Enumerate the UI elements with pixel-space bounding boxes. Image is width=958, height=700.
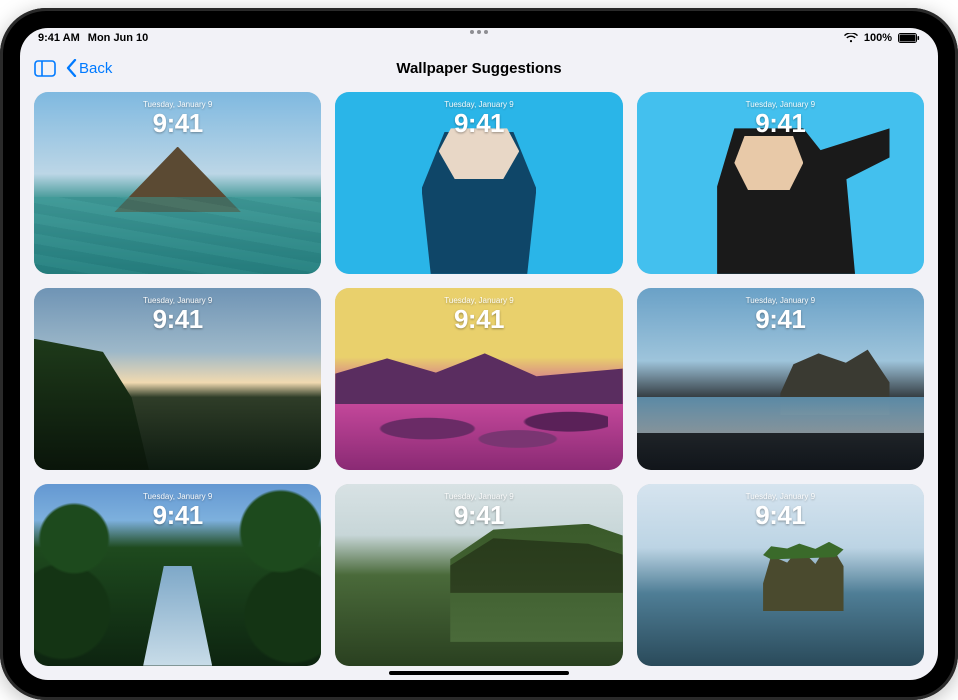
- wifi-icon: [844, 33, 858, 43]
- nav-bar: Back Wallpaper Suggestions: [20, 48, 938, 88]
- lockscreen-preview-overlay: Tuesday, January 99:41: [637, 100, 924, 136]
- preview-date: Tuesday, January 9: [335, 296, 622, 305]
- preview-date: Tuesday, January 9: [335, 492, 622, 501]
- wallpaper-tile-seastack[interactable]: Tuesday, January 99:41: [637, 484, 924, 666]
- preview-date: Tuesday, January 9: [335, 100, 622, 109]
- back-label: Back: [79, 60, 112, 77]
- lockscreen-preview-overlay: Tuesday, January 99:41: [34, 296, 321, 332]
- wallpaper-tile-blacksand[interactable]: Tuesday, January 99:41: [637, 288, 924, 470]
- preview-date: Tuesday, January 9: [637, 296, 924, 305]
- preview-time: 9:41: [34, 502, 321, 528]
- battery-icon: [898, 33, 920, 43]
- lockscreen-preview-overlay: Tuesday, January 99:41: [335, 492, 622, 528]
- page-title: Wallpaper Suggestions: [396, 60, 561, 77]
- preview-date: Tuesday, January 9: [637, 100, 924, 109]
- lockscreen-preview-overlay: Tuesday, January 99:41: [335, 100, 622, 136]
- back-button[interactable]: Back: [66, 59, 112, 77]
- preview-time: 9:41: [637, 110, 924, 136]
- lockscreen-preview-overlay: Tuesday, January 99:41: [637, 492, 924, 528]
- preview-date: Tuesday, January 9: [637, 492, 924, 501]
- wallpaper-tile-duocoast[interactable]: Tuesday, January 99:41: [335, 288, 622, 470]
- wallpaper-tile-volcano[interactable]: Tuesday, January 99:41: [34, 92, 321, 274]
- lockscreen-preview-overlay: Tuesday, January 99:41: [34, 100, 321, 136]
- battery-percent: 100%: [864, 32, 892, 44]
- preview-time: 9:41: [34, 306, 321, 332]
- wallpaper-tile-portrait-a[interactable]: Tuesday, January 99:41: [335, 92, 622, 274]
- preview-time: 9:41: [335, 502, 622, 528]
- wallpaper-tile-jungle[interactable]: Tuesday, January 99:41: [34, 484, 321, 666]
- wallpaper-grid: Tuesday, January 99:41Tuesday, January 9…: [34, 92, 924, 666]
- preview-date: Tuesday, January 9: [34, 492, 321, 501]
- wallpaper-tile-portrait-b[interactable]: Tuesday, January 99:41: [637, 92, 924, 274]
- preview-time: 9:41: [637, 502, 924, 528]
- wallpaper-grid-container: Tuesday, January 99:41Tuesday, January 9…: [20, 88, 938, 680]
- chevron-left-icon: [66, 59, 77, 77]
- status-date: Mon Jun 10: [88, 32, 149, 44]
- sidebar-toggle-button[interactable]: [34, 60, 56, 77]
- preview-time: 9:41: [335, 306, 622, 332]
- preview-time: 9:41: [34, 110, 321, 136]
- multitask-indicator-icon[interactable]: [470, 30, 488, 34]
- wallpaper-tile-cliff-sunset[interactable]: Tuesday, January 99:41: [34, 288, 321, 470]
- status-time: 9:41 AM: [38, 32, 80, 44]
- preview-date: Tuesday, January 9: [34, 296, 321, 305]
- preview-time: 9:41: [335, 110, 622, 136]
- ipad-frame: 9:41 AM Mon Jun 10 100%: [0, 8, 958, 700]
- lockscreen-preview-overlay: Tuesday, January 99:41: [34, 492, 321, 528]
- preview-date: Tuesday, January 9: [34, 100, 321, 109]
- wallpaper-tile-highland[interactable]: Tuesday, January 99:41: [335, 484, 622, 666]
- home-indicator[interactable]: [389, 671, 569, 675]
- lockscreen-preview-overlay: Tuesday, January 99:41: [335, 296, 622, 332]
- preview-time: 9:41: [637, 306, 924, 332]
- screen: 9:41 AM Mon Jun 10 100%: [20, 28, 938, 680]
- lockscreen-preview-overlay: Tuesday, January 99:41: [637, 296, 924, 332]
